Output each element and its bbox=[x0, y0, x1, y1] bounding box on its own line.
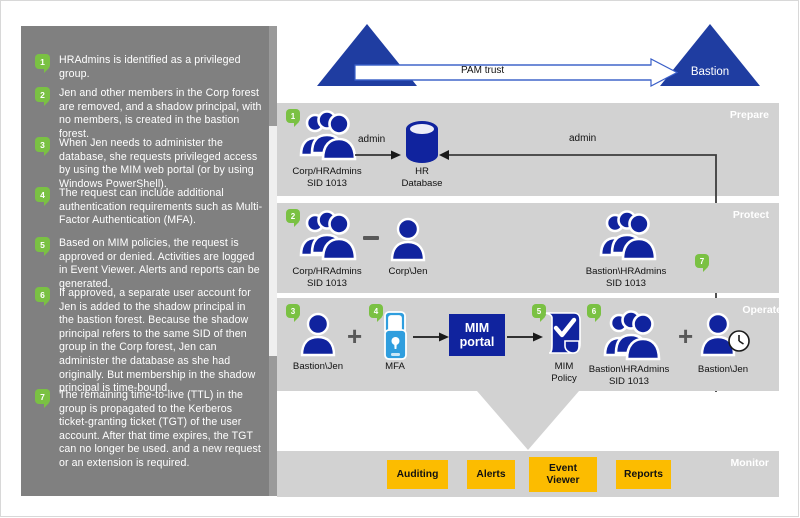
monitor-button-reports[interactable]: Reports bbox=[616, 460, 671, 489]
step-badge: 6 bbox=[35, 287, 50, 306]
mim-portal-box[interactable]: MIM portal bbox=[449, 314, 505, 356]
mfa-to-portal-arrow bbox=[413, 332, 449, 342]
policy-scroll-icon bbox=[545, 312, 581, 354]
admin-arrow-left bbox=[355, 150, 401, 160]
database-icon bbox=[406, 121, 438, 163]
list-item-text: When Jen needs to administer the databas… bbox=[59, 137, 258, 190]
admin-label-left: admin bbox=[358, 134, 386, 145]
legend-panel: 1 HRAdmins is identified as a privileged… bbox=[21, 26, 277, 496]
list-item-text: If approved, a separate user account for… bbox=[59, 287, 256, 395]
scrollbar-track[interactable] bbox=[269, 26, 277, 496]
list-item: 1 HRAdmins is identified as a privileged… bbox=[35, 54, 263, 81]
list-item-text: HRAdmins is identified as a privileged g… bbox=[59, 54, 241, 80]
step-badge: 5 bbox=[35, 237, 50, 256]
monitor-button-event-viewer[interactable]: Event Viewer bbox=[529, 457, 597, 492]
list-item-text: The remaining time-to-live (TTL) in the … bbox=[59, 389, 261, 469]
prepare-group-label: Corp/HRAdmins SID 1013 bbox=[292, 166, 362, 189]
admin-label-right: admin bbox=[569, 133, 597, 144]
operate-mfa-label: MFA bbox=[385, 361, 405, 372]
pam-trust-label: PAM trust bbox=[461, 65, 505, 76]
operate-timed-user-label: Bastion\Jen bbox=[697, 364, 749, 375]
shadow-user-group-icon bbox=[599, 210, 657, 261]
pam-trust-arrow bbox=[354, 58, 679, 87]
step-badge-protect-7: 7 bbox=[695, 254, 709, 272]
list-item-text: The request can include additional authe… bbox=[59, 187, 263, 227]
list-item-text: Based on MIM policies, the request is ap… bbox=[59, 237, 260, 290]
removed-member-minus bbox=[363, 236, 379, 240]
protect-user-label: Corp\Jen bbox=[388, 266, 428, 277]
operate-group-label: Bastion\HRAdmins SID 1013 bbox=[588, 364, 670, 387]
protect-group-label: Corp/HRAdmins SID 1013 bbox=[292, 266, 362, 289]
band-title-protect: Protect bbox=[732, 209, 769, 221]
list-item-text: Jen and other members in the Corp forest… bbox=[59, 87, 262, 140]
step-badge-operate-3: 3 bbox=[286, 304, 300, 322]
band-title-monitor: Monitor bbox=[730, 457, 770, 469]
protect-shadow-label: Bastion\HRAdmins SID 1013 bbox=[585, 266, 667, 289]
list-item: 4 The request can include additional aut… bbox=[35, 187, 263, 228]
monitor-button-auditing[interactable]: Auditing bbox=[387, 460, 448, 489]
user-icon bbox=[390, 217, 426, 262]
step-badge: 4 bbox=[35, 187, 50, 206]
user-group-icon bbox=[299, 210, 357, 261]
user-group-icon bbox=[299, 110, 357, 161]
operate-user-label: Bastion\Jen bbox=[292, 361, 344, 372]
mfa-phone-icon bbox=[384, 311, 407, 360]
list-item: 3 When Jen needs to administer the datab… bbox=[35, 137, 263, 191]
user-icon bbox=[300, 312, 336, 357]
band-monitor: Monitor bbox=[277, 451, 779, 497]
portal-to-policy-arrow bbox=[507, 332, 543, 342]
step-badge: 7 bbox=[35, 389, 50, 408]
step-badge: 3 bbox=[35, 137, 50, 156]
list-item: 7 The remaining time-to-live (TTL) in th… bbox=[35, 389, 263, 471]
timed-user-icon bbox=[700, 312, 750, 357]
diagram-frame: 1 HRAdmins is identified as a privileged… bbox=[0, 0, 799, 517]
band-title-prepare: Prepare bbox=[729, 109, 769, 121]
step-badge: 1 bbox=[35, 54, 50, 73]
pam-architecture-diagram: Corp Bastion PAM trust Prepare 1 bbox=[277, 11, 792, 506]
list-item: 2 Jen and other members in the Corp fore… bbox=[35, 87, 263, 141]
list-item: 5 Based on MIM policies, the request is … bbox=[35, 237, 263, 291]
monitor-button-alerts[interactable]: Alerts bbox=[467, 460, 515, 489]
plus-sign-mfa: + bbox=[347, 321, 363, 351]
user-group-icon bbox=[603, 310, 661, 361]
list-item: 6 If approved, a separate user account f… bbox=[35, 287, 263, 396]
step-badge: 2 bbox=[35, 87, 50, 106]
scrollbar-thumb[interactable] bbox=[269, 126, 277, 356]
plus-sign-timed-user: + bbox=[678, 321, 694, 351]
